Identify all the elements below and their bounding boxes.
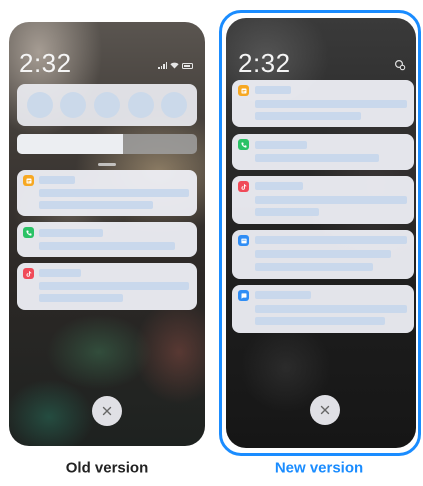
placeholder-line (39, 176, 75, 184)
notification-card[interactable] (232, 80, 414, 127)
lockscreen-clock: 2:32 (238, 48, 291, 78)
placeholder-line (255, 112, 361, 120)
quick-settings-toggle[interactable] (161, 92, 188, 118)
placeholder-line (39, 282, 189, 290)
drag-handle[interactable] (98, 163, 116, 166)
battery-icon (182, 62, 193, 69)
placeholder-line (39, 201, 153, 209)
notes-icon (23, 175, 34, 186)
placeholder-line (255, 196, 407, 204)
placeholder-line (39, 294, 123, 302)
notification-card[interactable] (17, 222, 197, 257)
placeholder-line (255, 263, 373, 271)
notes-icon (238, 85, 249, 96)
brightness-slider[interactable] (17, 134, 197, 154)
notification-card[interactable] (17, 263, 197, 310)
notification-card[interactable] (17, 170, 197, 216)
brightness-slider-fill (17, 134, 124, 154)
message-icon (238, 235, 249, 246)
close-icon (102, 406, 112, 416)
phone-icon (23, 227, 34, 238)
new-version-caption: New version (274, 459, 364, 477)
signal-icon (158, 62, 167, 69)
placeholder-line (255, 250, 391, 258)
wifi-icon (170, 62, 179, 69)
clear-all-button[interactable] (310, 395, 340, 425)
quick-settings-toggle[interactable] (60, 92, 87, 118)
notification-card[interactable] (232, 285, 414, 333)
lockscreen-clock: 2:32 (19, 48, 72, 78)
quick-settings-toggle[interactable] (26, 92, 53, 118)
notification-card[interactable] (232, 176, 414, 224)
placeholder-line (255, 305, 407, 313)
placeholder-line (39, 189, 189, 197)
placeholder-line (255, 236, 407, 244)
quick-settings-panel (17, 84, 197, 126)
clear-all-button[interactable] (92, 396, 122, 426)
placeholder-line (39, 269, 81, 277)
quick-settings-toggle[interactable] (127, 92, 154, 118)
settings-gear-icon[interactable] (393, 58, 407, 72)
quick-settings-toggle[interactable] (93, 92, 120, 118)
placeholder-line (255, 182, 303, 190)
placeholder-line (39, 229, 103, 237)
placeholder-line (255, 208, 319, 216)
placeholder-line (255, 86, 291, 94)
notification-card[interactable] (232, 134, 414, 170)
placeholder-line (255, 317, 385, 325)
old-version-phone: 2:32 (9, 22, 205, 446)
old-version-caption: Old version (65, 459, 149, 477)
placeholder-line (255, 154, 379, 162)
placeholder-line (255, 100, 407, 108)
placeholder-line (255, 291, 311, 299)
phone-icon (238, 139, 249, 150)
placeholder-line (255, 141, 307, 149)
close-icon (320, 405, 330, 415)
notification-card[interactable] (232, 230, 414, 279)
tiktok-icon (238, 181, 249, 192)
status-bar-icons (158, 62, 193, 69)
chat-icon (238, 290, 249, 301)
tiktok-icon (23, 268, 34, 279)
placeholder-line (39, 242, 175, 250)
new-version-phone: 2:32 (226, 18, 416, 448)
